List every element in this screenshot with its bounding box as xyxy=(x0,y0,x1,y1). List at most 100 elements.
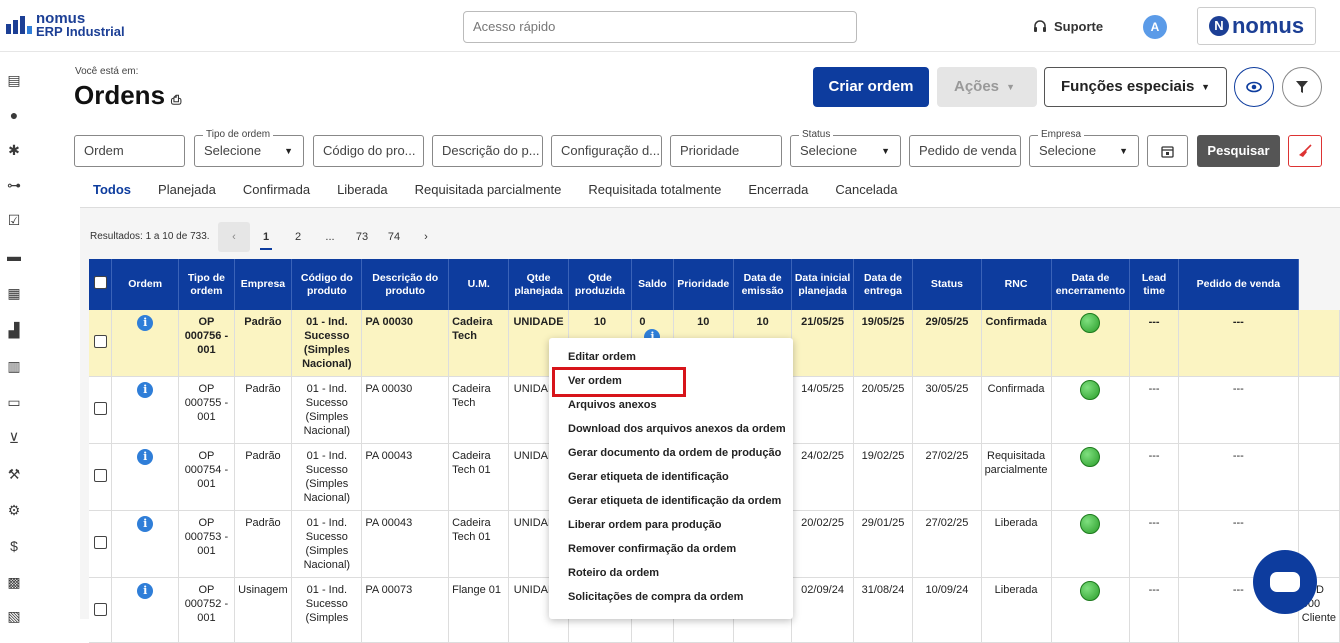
factory-icon[interactable]: ▟ xyxy=(6,322,22,338)
special-functions-button[interactable]: Funções especiais ▼ xyxy=(1044,67,1227,107)
gear-icon[interactable]: ✱ xyxy=(6,142,22,158)
menu-item-purchase-requests[interactable]: Solicitações de compra da ordem xyxy=(549,585,793,609)
clear-filters-button[interactable] xyxy=(1288,135,1322,167)
money-icon[interactable]: $ xyxy=(6,538,22,554)
sales-order-input[interactable]: Pedido de venda xyxy=(909,135,1021,167)
support-link[interactable]: Suporte xyxy=(1033,19,1103,34)
column-header[interactable]: Data inicial planejada xyxy=(791,259,854,310)
priority-input[interactable]: Prioridade xyxy=(670,135,782,167)
page-1[interactable]: 1 xyxy=(250,222,282,252)
tab-confirmada[interactable]: Confirmada xyxy=(230,180,323,208)
checklist-icon[interactable]: ☑ xyxy=(6,212,22,228)
tab-encerrada[interactable]: Encerrada xyxy=(735,180,821,208)
row-checkbox[interactable] xyxy=(93,603,107,616)
report-icon[interactable]: ▦ xyxy=(6,285,22,301)
order-number[interactable]: OP 000756 - 001 xyxy=(178,310,235,377)
column-header[interactable]: Tipo de ordem xyxy=(178,259,235,310)
configuration-input[interactable]: Configuração d... xyxy=(551,135,662,167)
actions-button[interactable]: Ações ▼ xyxy=(937,67,1037,107)
info-icon[interactable]: i xyxy=(137,449,154,465)
column-header[interactable]: Pedido de venda xyxy=(1178,259,1299,310)
menu-item-generate-order-label[interactable]: Gerar etiqueta de identificação da ordem xyxy=(549,489,793,513)
company-select[interactable]: Empresa Selecione ▼ xyxy=(1029,128,1139,167)
user-avatar[interactable]: A xyxy=(1143,15,1167,39)
column-header[interactable]: RNC xyxy=(981,259,1052,310)
product-code-input[interactable]: Código do pro... xyxy=(313,135,424,167)
column-header[interactable]: Empresa xyxy=(234,259,293,310)
tab-todos[interactable]: Todos xyxy=(80,180,145,215)
page-2[interactable]: 2 xyxy=(282,222,314,252)
logo-line2: ERP Industrial xyxy=(36,24,125,39)
filter-button[interactable] xyxy=(1282,67,1322,107)
column-header[interactable]: U.M. xyxy=(448,259,510,310)
column-header[interactable]: Prioridade xyxy=(673,259,734,310)
row-checkbox[interactable] xyxy=(93,402,107,415)
menu-item-edit-order[interactable]: Editar ordem xyxy=(549,345,793,369)
closing-date: --- xyxy=(1129,510,1179,578)
create-order-button[interactable]: Criar ordem xyxy=(813,67,929,107)
column-header[interactable]: Ordem xyxy=(111,259,180,310)
calculator-icon[interactable]: ▩ xyxy=(6,574,22,590)
order-filter-input[interactable]: Ordem xyxy=(74,135,185,167)
column-header[interactable]: Data de emissão xyxy=(733,259,793,310)
row-checkbox[interactable] xyxy=(93,469,107,482)
print-icon[interactable]: ⎙ xyxy=(171,92,181,108)
briefcase-icon[interactable]: ▬ xyxy=(6,248,22,264)
next-page-button[interactable]: › xyxy=(410,222,442,252)
chat-button[interactable] xyxy=(1253,550,1317,614)
tab-planejada[interactable]: Planejada xyxy=(145,180,229,208)
column-header[interactable]: Qtde produzida xyxy=(568,259,633,310)
info-icon[interactable]: i xyxy=(137,583,154,599)
column-header[interactable]: Saldo xyxy=(631,259,674,310)
status-select[interactable]: Status Selecione ▼ xyxy=(790,128,901,167)
document-icon[interactable]: ▧ xyxy=(6,608,22,624)
quick-access-input[interactable]: Acesso rápido xyxy=(463,11,857,43)
order-type-select[interactable]: Tipo de ordem Selecione ▼ xyxy=(194,128,304,167)
date-filter-button[interactable] xyxy=(1147,135,1188,167)
order-number[interactable]: OP 000753 - 001 xyxy=(178,510,235,578)
search-button[interactable]: Pesquisar xyxy=(1197,135,1280,167)
cart-icon[interactable]: ⊻ xyxy=(6,430,22,446)
row-checkbox[interactable] xyxy=(93,536,107,549)
menu-item-release-order[interactable]: Liberar ordem para produção xyxy=(549,513,793,537)
order-number[interactable]: OP 000754 - 001 xyxy=(178,443,235,511)
tab-requisitada-parcialmente[interactable]: Requisitada parcialmente xyxy=(402,180,575,208)
info-icon[interactable]: i xyxy=(137,516,154,532)
rnc-cell xyxy=(1051,443,1131,511)
product-description-input[interactable]: Descrição do p... xyxy=(432,135,543,167)
column-header[interactable]: Descrição do produto xyxy=(361,259,450,310)
user-icon[interactable]: ● xyxy=(6,107,22,123)
page-74[interactable]: 74 xyxy=(378,222,410,252)
delivery-date: 10/09/24 xyxy=(912,577,982,643)
menu-item-remove-confirmation[interactable]: Remover confirmação da ordem xyxy=(549,537,793,561)
archive-icon[interactable]: ▭ xyxy=(6,394,22,410)
info-icon[interactable]: i xyxy=(137,315,154,331)
tab-cancelada[interactable]: Cancelada xyxy=(822,180,910,208)
column-header[interactable]: Data de entrega xyxy=(853,259,914,310)
tab-requisitada-totalmente[interactable]: Requisitada totalmente xyxy=(575,180,734,208)
column-header[interactable]: Data de encerramento xyxy=(1051,259,1131,310)
book-icon[interactable]: ▤ xyxy=(6,72,22,88)
column-header[interactable]: Código do produto xyxy=(291,259,363,310)
menu-item-download-attachments[interactable]: Download dos arquivos anexos da ordem xyxy=(549,417,793,441)
prev-page-button[interactable]: ‹ xyxy=(218,222,250,252)
page-73[interactable]: 73 xyxy=(346,222,378,252)
tools-icon[interactable]: ⚒ xyxy=(6,466,22,482)
order-number[interactable]: OP 000755 - 001 xyxy=(178,376,235,444)
hierarchy-icon[interactable]: ⊶ xyxy=(6,177,22,193)
column-header[interactable]: Qtde planejada xyxy=(508,259,569,310)
nomus-logo[interactable]: nomus ERP Industrial xyxy=(6,11,125,39)
tab-liberada[interactable]: Liberada xyxy=(324,180,401,208)
column-header[interactable]: Status xyxy=(912,259,982,310)
conveyor-icon[interactable]: ▥ xyxy=(6,358,22,374)
menu-item-order-routing[interactable]: Roteiro da ordem xyxy=(549,561,793,585)
info-icon[interactable]: i xyxy=(137,382,154,398)
menu-item-generate-document[interactable]: Gerar documento da ordem de produção xyxy=(549,441,793,465)
row-checkbox[interactable] xyxy=(93,335,107,348)
view-toggle-button[interactable] xyxy=(1234,67,1274,107)
select-all-checkbox[interactable] xyxy=(93,276,107,289)
gears-icon[interactable]: ⚙ xyxy=(6,502,22,518)
menu-item-generate-label[interactable]: Gerar etiqueta de identificação xyxy=(549,465,793,489)
order-number[interactable]: OP 000752 - 001 xyxy=(178,577,235,643)
column-header[interactable]: Lead time xyxy=(1129,259,1179,310)
